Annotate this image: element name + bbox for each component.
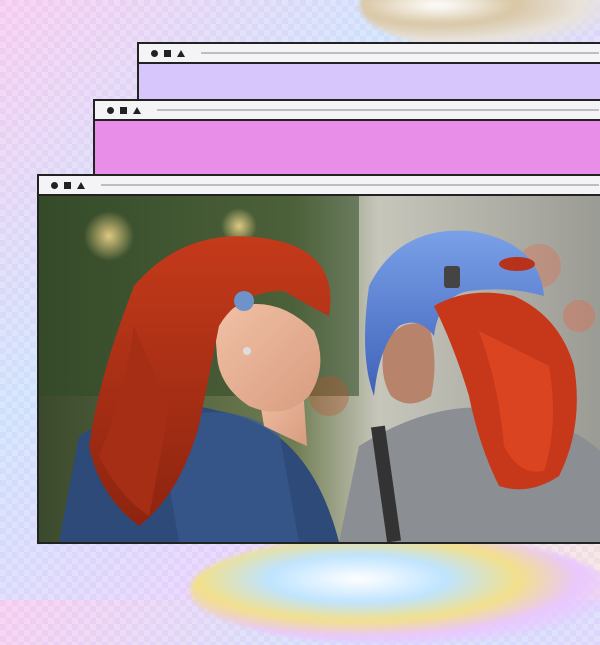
window-content — [139, 64, 600, 100]
window-content — [95, 121, 600, 175]
square-icon[interactable] — [64, 181, 71, 189]
portrait-illustration — [39, 196, 600, 542]
circle-icon[interactable] — [107, 106, 114, 114]
photo-portrait — [39, 196, 600, 542]
address-bar[interactable] — [101, 184, 599, 186]
triangle-icon[interactable] — [77, 181, 85, 189]
circle-icon[interactable] — [151, 49, 158, 57]
triangle-icon[interactable] — [177, 49, 185, 57]
browser-window-back[interactable] — [137, 42, 600, 102]
circle-icon[interactable] — [51, 181, 58, 189]
window-titlebar[interactable] — [95, 101, 600, 121]
window-titlebar[interactable] — [39, 176, 600, 196]
square-icon[interactable] — [120, 106, 127, 114]
triangle-icon[interactable] — [133, 106, 141, 114]
square-icon[interactable] — [164, 49, 171, 57]
holographic-blob — [190, 535, 600, 645]
address-bar[interactable] — [157, 109, 599, 111]
address-bar[interactable] — [201, 52, 599, 54]
browser-window-middle[interactable] — [93, 99, 600, 177]
browser-window-front[interactable] — [37, 174, 600, 544]
window-titlebar[interactable] — [139, 44, 600, 64]
